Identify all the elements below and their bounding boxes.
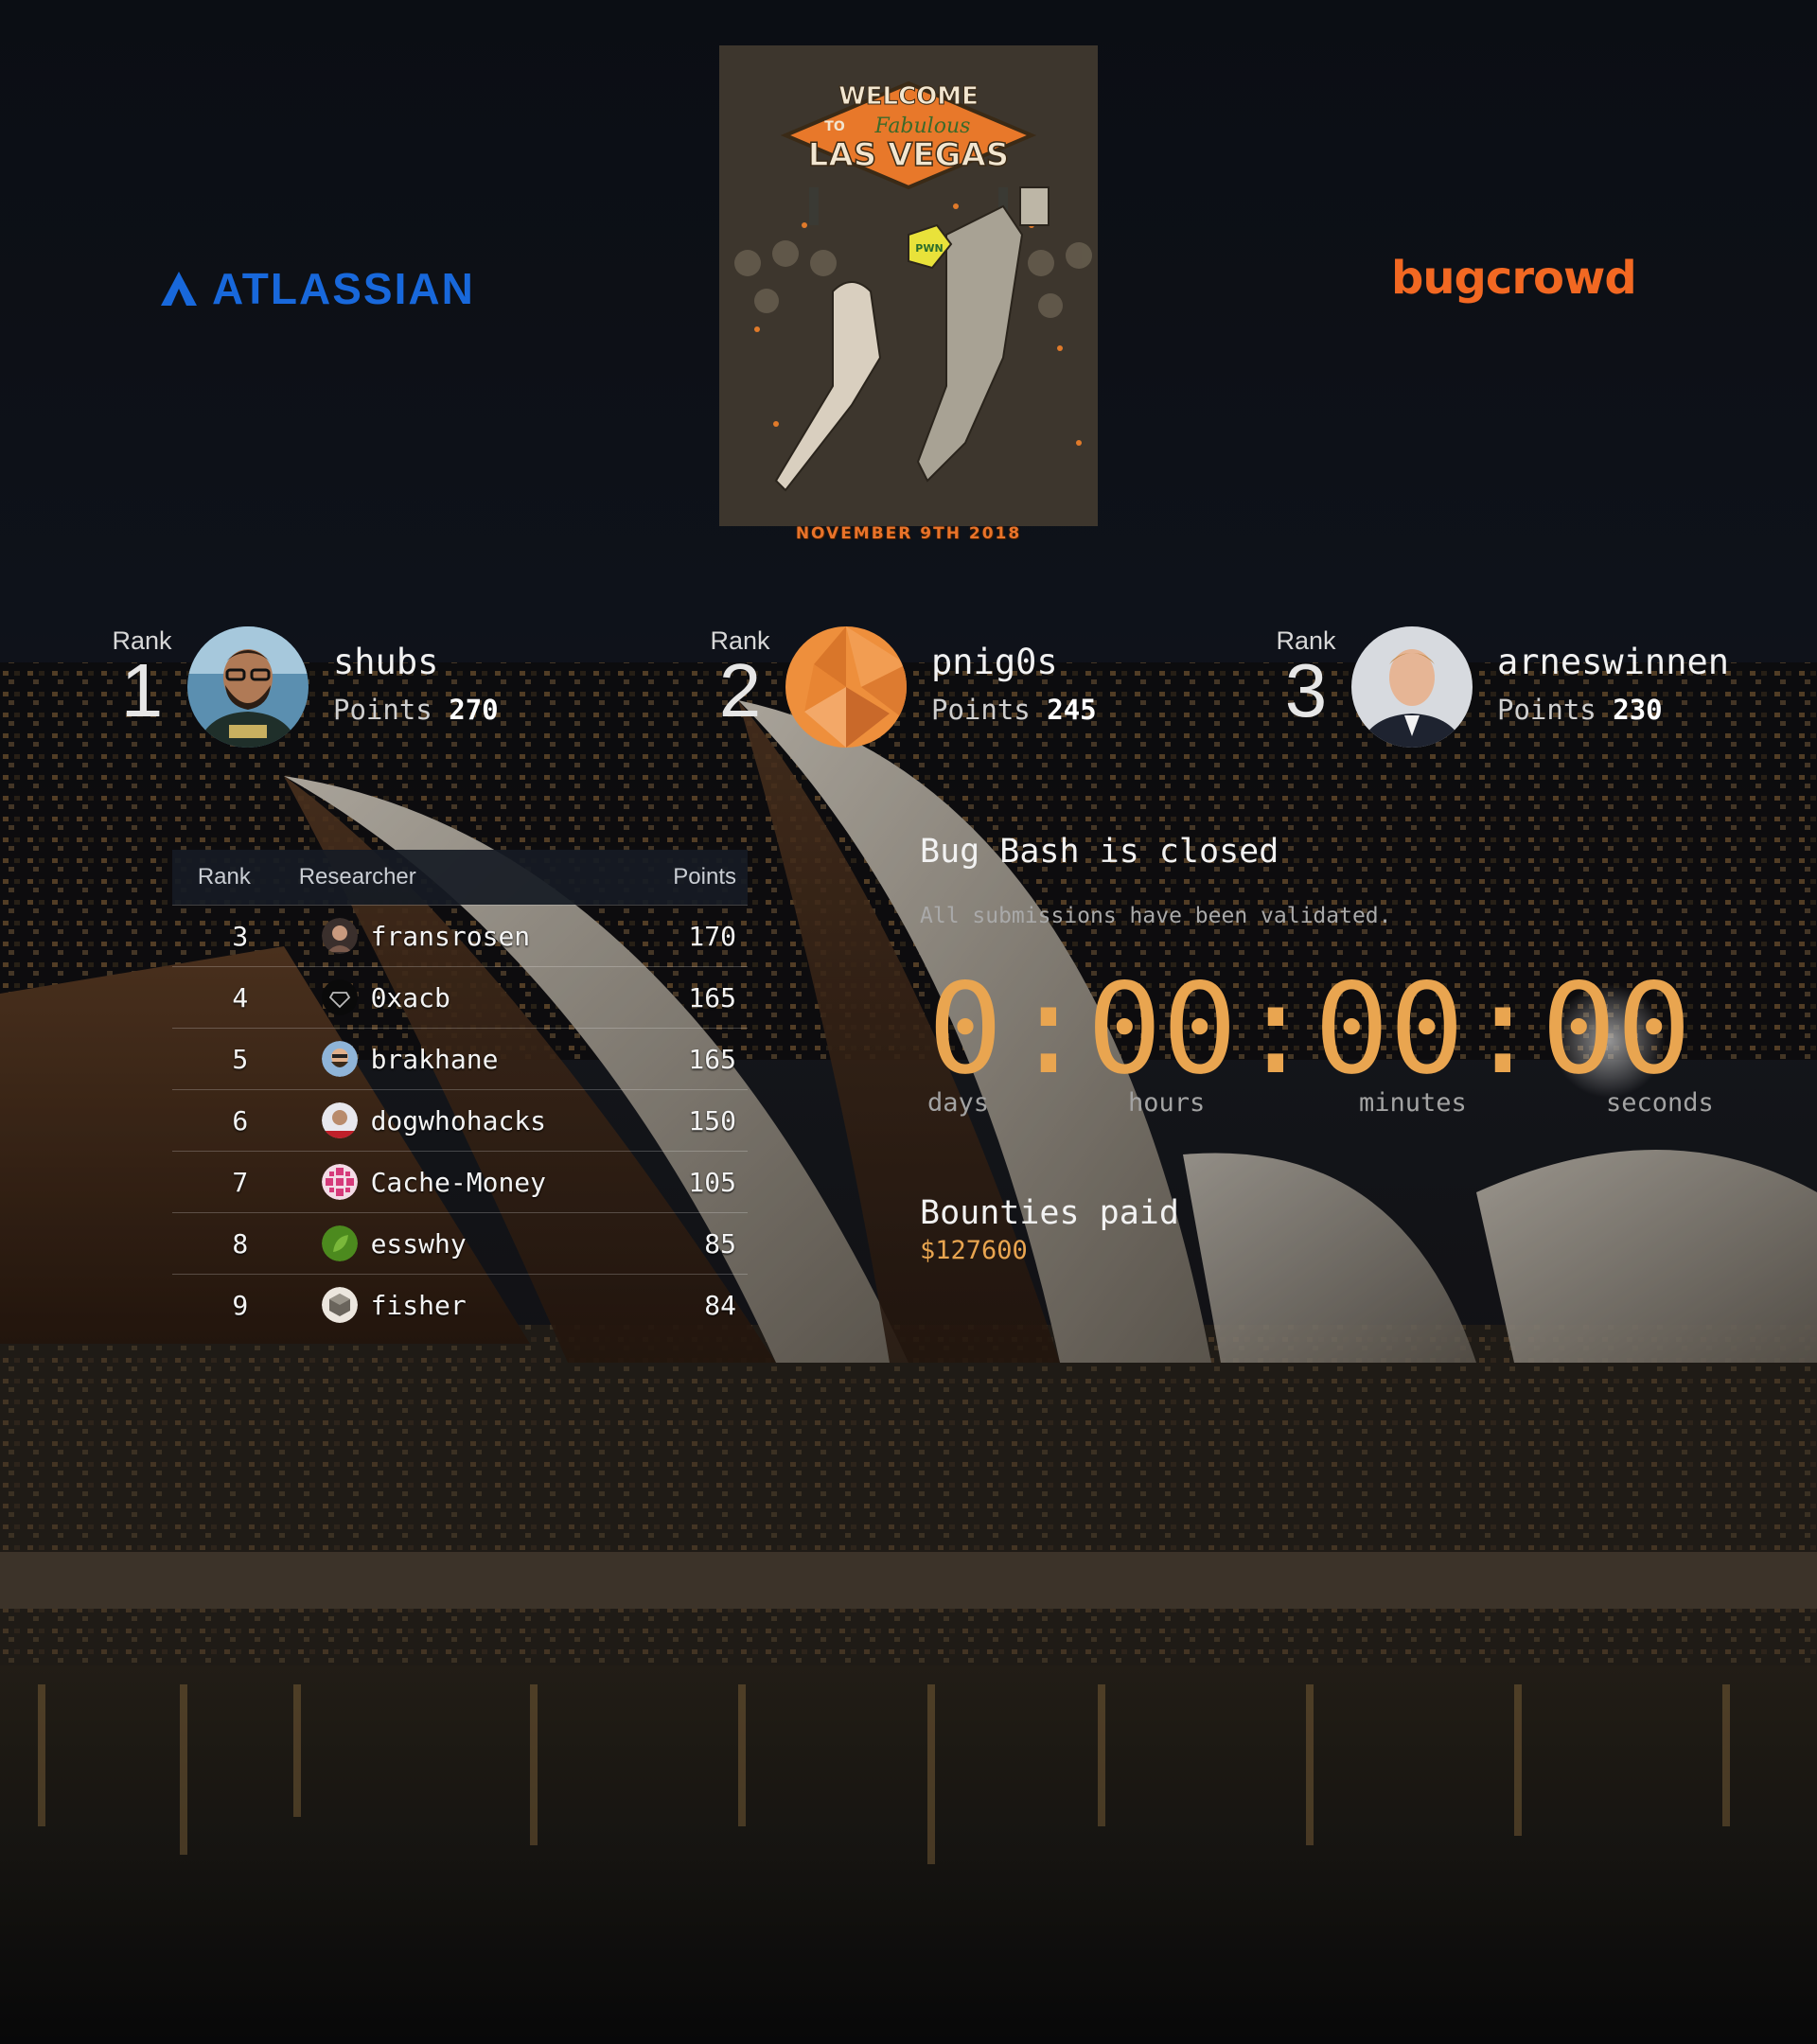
- avatar: [321, 1102, 358, 1138]
- row-researcher[interactable]: 0xacb: [371, 982, 450, 1013]
- atlassian-logo: ATLASSIAN: [159, 263, 475, 314]
- countdown-label-seconds: seconds: [1606, 1088, 1714, 1118]
- rank-number: 3: [1284, 648, 1328, 732]
- table-row[interactable]: 7 Cache-Money 105: [172, 1151, 748, 1212]
- avatar: [321, 979, 358, 1015]
- row-researcher[interactable]: fransrosen: [371, 921, 531, 952]
- avatar: [321, 1225, 358, 1261]
- event-poster: WELCOME TO Fabulous LAS VEGAS PWN: [719, 45, 1098, 526]
- svg-text:PWN: PWN: [915, 242, 943, 255]
- header-rank: Rank: [197, 864, 251, 890]
- countdown-timer: 0 : 00 : 00 : 00: [920, 963, 1692, 1096]
- rank-number: 1: [120, 648, 164, 732]
- avatar[interactable]: [187, 626, 309, 748]
- status-title: Bug Bash is closed: [920, 833, 1279, 871]
- bounties-value: $127600: [920, 1236, 1028, 1265]
- row-rank: 4: [232, 981, 249, 1013]
- podium-points: Points 270: [333, 694, 499, 726]
- podium-points: Points 230: [1497, 694, 1663, 726]
- row-researcher[interactable]: Cache-Money: [371, 1167, 546, 1198]
- podium-name[interactable]: shubs: [333, 642, 499, 682]
- row-points: 84: [704, 1289, 736, 1321]
- table-row[interactable]: 3 fransrosen 170: [172, 905, 748, 966]
- row-researcher[interactable]: esswhy: [371, 1228, 467, 1260]
- row-researcher[interactable]: fisher: [371, 1290, 467, 1321]
- podium-third: Rank 3 arneswinnen Points 230: [1268, 626, 1729, 748]
- atlassian-mark-icon: [161, 272, 197, 306]
- podium-second: Rank 2 pnig0s Points 245: [702, 626, 1097, 748]
- podium-name[interactable]: arneswinnen: [1497, 642, 1729, 682]
- status-subtitle: All submissions have been validated.: [920, 904, 1392, 928]
- svg-text:Fabulous: Fabulous: [874, 115, 971, 138]
- row-rank: 9: [232, 1289, 249, 1321]
- podium-points: Points 245: [931, 694, 1097, 726]
- row-points: 150: [688, 1104, 736, 1137]
- countdown-label-minutes: minutes: [1359, 1088, 1467, 1118]
- countdown-separator: :: [1465, 957, 1541, 1102]
- row-points: 165: [688, 1043, 736, 1075]
- avatar: [321, 1287, 358, 1323]
- countdown-minutes: 00: [1314, 957, 1465, 1102]
- svg-text:LAS VEGAS: LAS VEGAS: [808, 136, 1010, 174]
- table-row[interactable]: 6 dogwhohacks 150: [172, 1089, 748, 1151]
- avatar[interactable]: [1351, 626, 1473, 748]
- svg-text:WELCOME: WELCOME: [838, 82, 979, 111]
- leaderboard-header: Rank Researcher Points: [172, 850, 748, 905]
- countdown-days: 0: [927, 957, 1003, 1102]
- avatar: [321, 1041, 358, 1077]
- countdown-seconds: 00: [1541, 957, 1692, 1102]
- row-points: 165: [688, 981, 736, 1013]
- bugcrowd-logo: bugcrowd: [1391, 252, 1637, 305]
- table-row[interactable]: 8 esswhy 85: [172, 1212, 748, 1274]
- table-row[interactable]: 4 0xacb 165: [172, 966, 748, 1028]
- row-points: 85: [704, 1227, 736, 1260]
- leaderboard-table: Rank Researcher Points 3 fransrosen 170 …: [172, 850, 748, 1335]
- countdown-separator: :: [1011, 957, 1086, 1102]
- rank-number: 2: [718, 648, 762, 732]
- row-rank: 5: [232, 1043, 249, 1075]
- row-rank: 8: [232, 1227, 249, 1260]
- row-researcher[interactable]: brakhane: [371, 1044, 499, 1075]
- header-points: Points: [673, 864, 736, 890]
- countdown-label-hours: hours: [1128, 1088, 1206, 1118]
- countdown-hours: 00: [1086, 957, 1238, 1102]
- podium-first: Rank 1 shubs Points 270: [104, 626, 499, 748]
- event-date: NOVEMBER 9TH 2018: [795, 524, 1022, 543]
- avatar: [321, 918, 358, 954]
- avatar: [321, 1164, 358, 1200]
- row-rank: 6: [232, 1104, 249, 1137]
- table-row[interactable]: 5 brakhane 165: [172, 1028, 748, 1089]
- countdown-label-days: days: [927, 1088, 990, 1118]
- row-points: 105: [688, 1166, 736, 1198]
- podium-name[interactable]: pnig0s: [931, 642, 1097, 682]
- bounties-title: Bounties paid: [920, 1194, 1179, 1232]
- row-points: 170: [688, 920, 736, 952]
- row-rank: 7: [232, 1166, 249, 1198]
- row-rank: 3: [232, 920, 249, 952]
- atlassian-wordmark: ATLASSIAN: [212, 264, 475, 313]
- avatar[interactable]: [785, 626, 907, 748]
- row-researcher[interactable]: dogwhohacks: [371, 1105, 546, 1137]
- table-row[interactable]: 9 fisher 84: [172, 1274, 748, 1335]
- header-researcher: Researcher: [298, 864, 416, 890]
- countdown-separator: :: [1238, 957, 1314, 1102]
- svg-text:TO: TO: [824, 119, 845, 134]
